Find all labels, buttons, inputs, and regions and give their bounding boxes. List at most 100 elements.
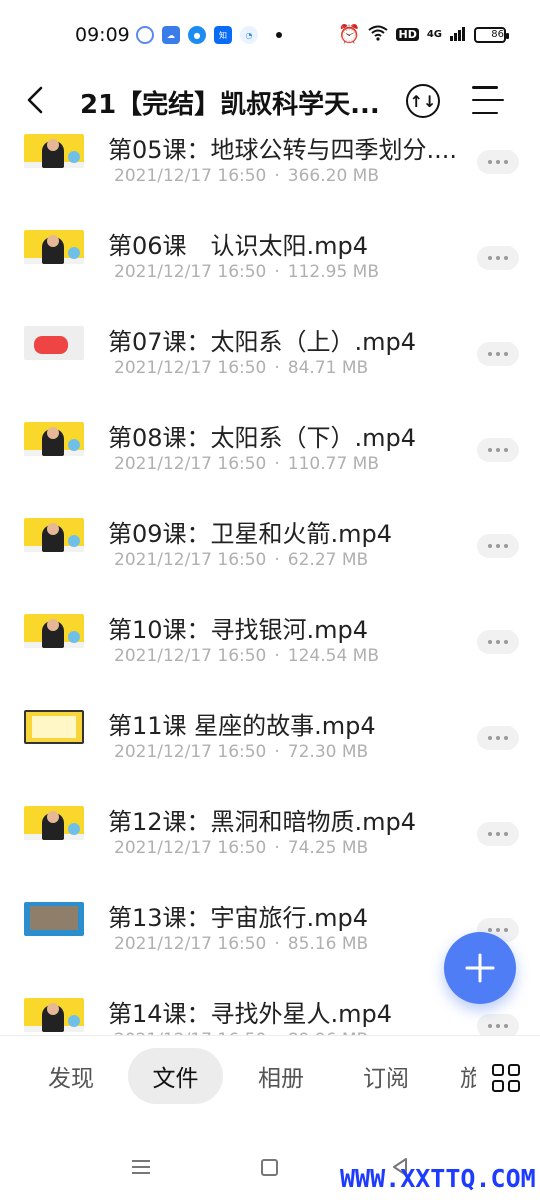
- more-options-button[interactable]: [477, 438, 519, 462]
- more-options-button[interactable]: [477, 150, 519, 174]
- file-meta: 2021/12/17 16:50 · 74.25 MB: [114, 838, 368, 858]
- dot: [488, 256, 492, 260]
- dot: [496, 160, 500, 164]
- more-options-button[interactable]: [477, 822, 519, 846]
- cloud-app-icon: ◔: [240, 26, 258, 44]
- meta-separator: ·: [274, 262, 280, 282]
- file-size: 85.16 MB: [287, 934, 369, 954]
- chevron-left-icon: [27, 86, 43, 114]
- video-thumbnail: [24, 326, 84, 360]
- signal-icon: [450, 25, 466, 44]
- dot: [496, 736, 500, 740]
- more-options-button[interactable]: [477, 342, 519, 366]
- file-row[interactable]: 第10课：寻找银河.mp4 2021/12/17 16:50 · 124.54 MB: [0, 606, 540, 702]
- circle-app-icon: ●: [188, 26, 206, 44]
- video-thumbnail: [24, 902, 84, 936]
- plus-icon: [465, 953, 495, 983]
- file-meta: 2021/12/17 16:50 · 112.95 MB: [114, 262, 379, 282]
- dot: [488, 832, 492, 836]
- video-thumbnail: [24, 806, 84, 840]
- dot: [496, 928, 500, 932]
- tab-partial[interactable]: 旅: [460, 1048, 476, 1104]
- dot: [504, 640, 508, 644]
- dot: [488, 1024, 492, 1028]
- meta-separator: ·: [274, 358, 280, 378]
- wifi-icon: [368, 25, 389, 44]
- baidu-icon: ☁: [162, 26, 180, 44]
- dot: [504, 544, 508, 548]
- file-row[interactable]: 第11课 星座的故事.mp4 2021/12/17 16:50 · 72.30 MB: [0, 702, 540, 798]
- status-time: 09:09: [75, 24, 130, 46]
- app-header: 21【完结】凯叔科学天... ↑↓: [0, 70, 540, 130]
- more-notifications-dot: [276, 32, 282, 38]
- more-options-button[interactable]: [477, 630, 519, 654]
- file-row[interactable]: 第05课：地球公转与四季划分.... 2021/12/17 16:50 · 366.2…: [0, 130, 540, 222]
- dot: [488, 736, 492, 740]
- file-size: 84.71 MB: [287, 358, 369, 378]
- file-meta: 2021/12/17 16:50 · 62.27 MB: [114, 550, 368, 570]
- status-bar: 09:09 ☁ ● 知 ◔ ⏰ HD 4G 86: [0, 0, 540, 70]
- dot: [504, 1024, 508, 1028]
- file-row[interactable]: 第07课：太阳系（上）.mp4 2021/12/17 16:50 · 84.71 MB: [0, 318, 540, 414]
- file-name: 第05课：地球公转与四季划分....: [108, 136, 458, 164]
- video-thumbnail: [24, 134, 84, 168]
- file-size: 366.20 MB: [287, 166, 380, 186]
- file-row[interactable]: 第09课：卫星和火箭.mp4 2021/12/17 16:50 · 62.27 MB: [0, 510, 540, 606]
- dot: [496, 640, 500, 644]
- file-name: 第06课 认识太阳.mp4: [108, 232, 369, 260]
- sort-button[interactable]: ↑↓: [406, 84, 440, 118]
- dot: [488, 544, 492, 548]
- tab-subscribe[interactable]: 订阅: [345, 1048, 427, 1104]
- file-date: 2021/12/17 16:50: [114, 742, 267, 762]
- dot: [504, 928, 508, 932]
- zhihu-icon: 知: [214, 26, 232, 44]
- more-options-button[interactable]: [477, 246, 519, 270]
- menu-button[interactable]: [472, 86, 504, 114]
- dot: [496, 448, 500, 452]
- battery-level: 86: [491, 29, 504, 40]
- tab-discover[interactable]: 发现: [30, 1048, 112, 1104]
- tab-album[interactable]: 相册: [240, 1048, 322, 1104]
- dot: [496, 544, 500, 548]
- dot: [504, 160, 508, 164]
- dot: [496, 352, 500, 356]
- file-name: 第12课：黑洞和暗物质.mp4: [108, 808, 417, 836]
- dot: [504, 832, 508, 836]
- more-options-button[interactable]: [477, 1014, 519, 1035]
- file-row[interactable]: 第06课 认识太阳.mp4 2021/12/17 16:50 · 112.95 MB: [0, 222, 540, 318]
- status-app-icons: ☁ ● 知 ◔: [136, 26, 282, 44]
- status-indicators: ⏰ HD 4G 86: [338, 24, 509, 45]
- menu-icon-line: [472, 98, 504, 102]
- file-date: 2021/12/17 16:50: [114, 358, 267, 378]
- file-meta: 2021/12/17 16:50 · 366.20 MB: [114, 166, 379, 186]
- file-list[interactable]: 第05课：地球公转与四季划分.... 2021/12/17 16:50 · 366.2…: [0, 130, 540, 1035]
- sort-icon: ↑↓: [409, 91, 437, 111]
- more-options-button[interactable]: [477, 534, 519, 558]
- back-button[interactable]: [20, 80, 50, 120]
- video-thumbnail: [24, 230, 84, 264]
- more-options-button[interactable]: [477, 726, 519, 750]
- meta-separator: ·: [274, 646, 280, 666]
- meta-separator: ·: [274, 934, 280, 954]
- file-size: 74.25 MB: [287, 838, 369, 858]
- grid-menu-icon[interactable]: [492, 1064, 520, 1092]
- tab-files[interactable]: 文件: [128, 1048, 223, 1104]
- file-date: 2021/12/17 16:50: [114, 934, 267, 954]
- dot: [496, 256, 500, 260]
- file-name: 第14课：寻找外星人.mp4: [108, 1000, 393, 1028]
- watermark: WWW.XXTTQ.COM: [340, 1164, 536, 1193]
- file-size: 124.54 MB: [287, 646, 380, 666]
- home-icon[interactable]: [261, 1159, 278, 1176]
- file-row[interactable]: 第12课：黑洞和暗物质.mp4 2021/12/17 16:50 · 74.25 MB: [0, 798, 540, 894]
- file-meta: 2021/12/17 16:50 · 110.77 MB: [114, 454, 379, 474]
- dot: [504, 736, 508, 740]
- add-button[interactable]: [444, 932, 516, 1004]
- recent-apps-icon[interactable]: [132, 1160, 150, 1174]
- dot: [488, 160, 492, 164]
- file-size: 112.95 MB: [287, 262, 380, 282]
- file-date: 2021/12/17 16:50: [114, 262, 267, 282]
- video-thumbnail: [24, 710, 84, 744]
- network-label: 4G: [426, 29, 442, 40]
- file-row[interactable]: 第08课：太阳系（下）.mp4 2021/12/17 16:50 · 110.77 M…: [0, 414, 540, 510]
- page-title: 21【完结】凯叔科学天...: [80, 90, 380, 120]
